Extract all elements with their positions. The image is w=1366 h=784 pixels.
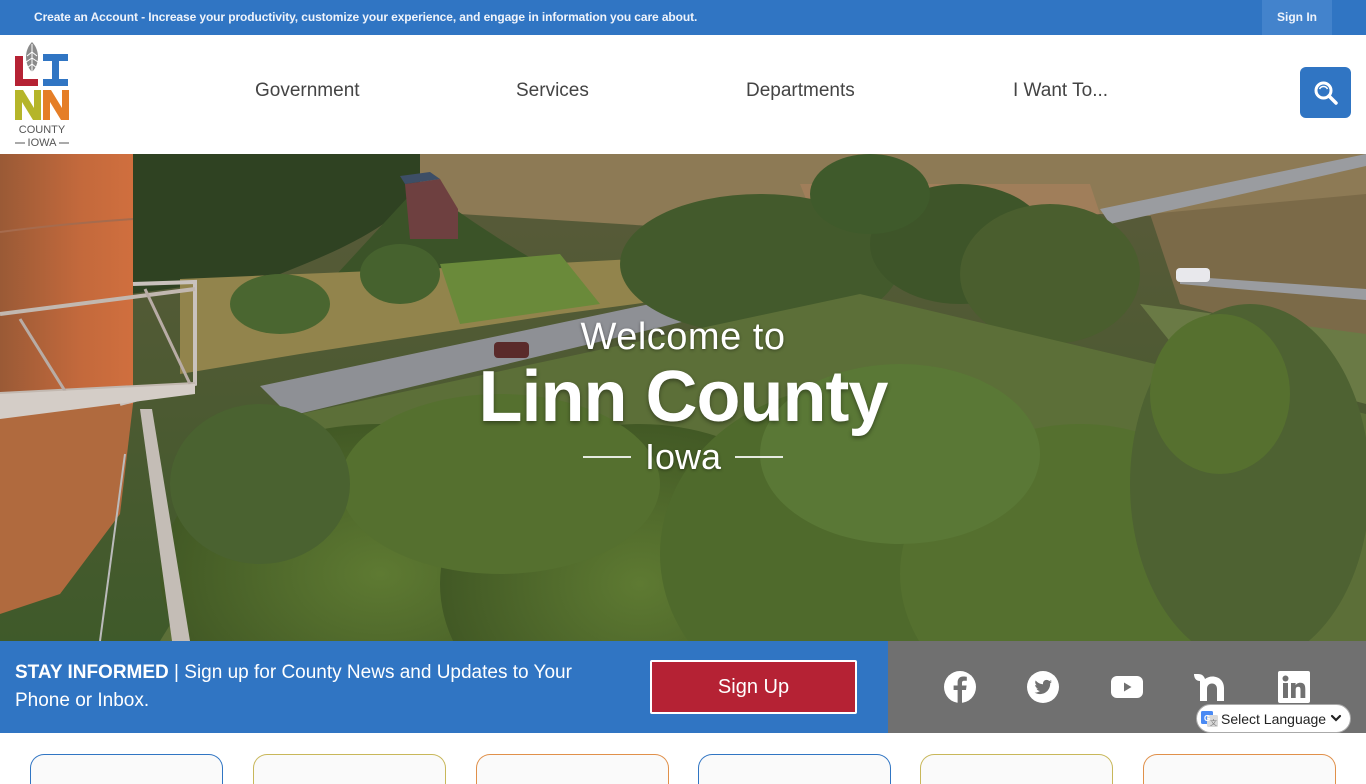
hero-subtitle-row: Iowa: [0, 436, 1366, 478]
google-translate-icon: G 文: [1201, 710, 1218, 727]
svg-text:IOWA: IOWA: [28, 137, 58, 148]
quick-link-card[interactable]: [920, 754, 1113, 784]
youtube-icon: [1111, 676, 1143, 698]
facebook-link[interactable]: [943, 670, 977, 704]
nav-i-want-to[interactable]: I Want To...: [1013, 80, 1108, 102]
linn-county-logo[interactable]: COUNTY IOWA: [14, 42, 72, 149]
sign-in-button[interactable]: Sign In: [1262, 0, 1332, 35]
stay-informed-text: STAY INFORMED | Sign up for County News …: [15, 659, 605, 715]
nav-government[interactable]: Government: [255, 80, 360, 102]
linkedin-link[interactable]: [1277, 670, 1311, 704]
hero-welcome: Welcome to: [580, 316, 786, 358]
search-icon: [1314, 81, 1338, 105]
svg-text:COUNTY: COUNTY: [19, 124, 66, 136]
divider-left: [582, 456, 631, 458]
chevron-down-icon: [1330, 714, 1342, 722]
separator: |: [168, 662, 185, 683]
leaf-icon: [25, 42, 39, 72]
youtube-link[interactable]: [1110, 670, 1144, 704]
quick-link-card[interactable]: [1143, 754, 1336, 784]
hero-text: Welcome to Linn County Iowa: [0, 154, 1366, 641]
create-account-link[interactable]: Create an Account - Increase your produc…: [34, 0, 697, 35]
svg-text:文: 文: [1210, 718, 1217, 727]
top-utility-bar: Create an Account - Increase your produc…: [0, 0, 1366, 35]
nav-departments[interactable]: Departments: [746, 80, 855, 102]
language-select[interactable]: G 文 Select Language: [1196, 704, 1351, 733]
stay-informed-heading: STAY INFORMED: [15, 662, 169, 683]
twitter-icon: [1027, 671, 1059, 703]
quick-link-card[interactable]: [253, 754, 446, 784]
stay-informed-band: STAY INFORMED | Sign up for County News …: [0, 641, 888, 733]
facebook-icon: [944, 671, 976, 704]
quick-link-card[interactable]: [476, 754, 669, 784]
hero-banner: Welcome to Linn County Iowa: [0, 154, 1366, 641]
sign-up-button[interactable]: Sign Up: [650, 660, 857, 714]
nextdoor-link[interactable]: [1193, 670, 1227, 704]
search-button[interactable]: [1300, 67, 1351, 118]
linkedin-icon: [1278, 671, 1310, 703]
hero-subtitle: Iowa: [644, 436, 722, 477]
twitter-link[interactable]: [1026, 670, 1060, 704]
hero-title: Linn County: [478, 357, 889, 437]
divider-right: [735, 456, 784, 458]
site-header: COUNTY IOWA Government Services Departme…: [0, 35, 1366, 154]
nextdoor-icon: [1194, 674, 1224, 701]
quick-link-card[interactable]: [30, 754, 223, 784]
quick-link-card[interactable]: [698, 754, 891, 784]
nav-services[interactable]: Services: [516, 80, 589, 102]
quick-links-section: [0, 733, 1366, 784]
language-select-value: Select Language: [1221, 710, 1327, 727]
